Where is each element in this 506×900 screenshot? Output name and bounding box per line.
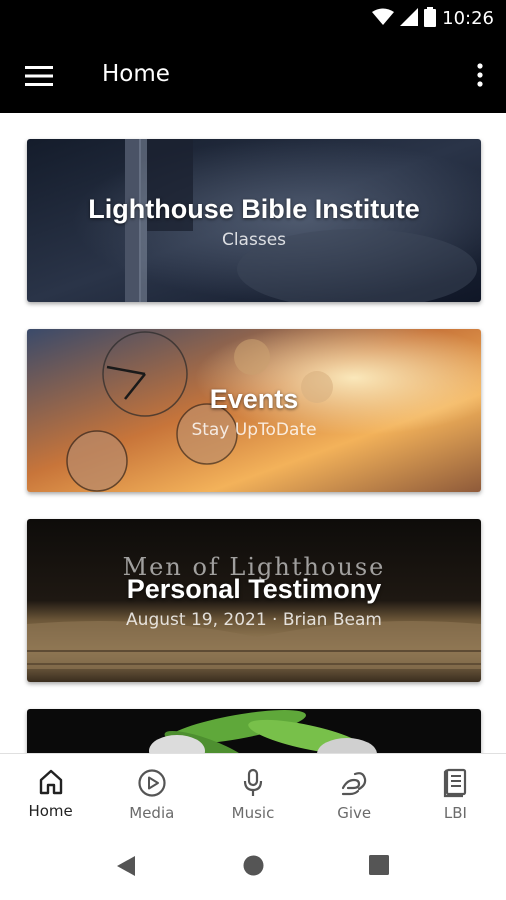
card-partial[interactable]: [27, 709, 481, 753]
signal-icon: [400, 8, 418, 26]
nav-lbi[interactable]: LBI: [405, 754, 506, 831]
nav-give[interactable]: Give: [304, 754, 405, 831]
nav-label: Music: [231, 804, 275, 822]
nav-label: LBI: [443, 804, 467, 822]
card-title: Events: [209, 384, 299, 414]
play-circle-icon: [138, 769, 166, 797]
give-icon: [342, 772, 367, 796]
home-feed[interactable]: Lighthouse Bible Institute Classes Event…: [0, 113, 506, 753]
card-subtitle: August 19, 2021 · Brian Beam: [126, 610, 382, 630]
recents-icon[interactable]: [369, 855, 389, 875]
nav-label: Give: [337, 804, 372, 822]
battery-icon: [424, 7, 436, 27]
nav-label: Home: [28, 802, 73, 820]
card-personal-testimony[interactable]: Men of Lighthouse Personal Testimony Aug…: [27, 519, 481, 682]
status-icons: [372, 7, 436, 27]
app-bar: Home: [0, 37, 506, 113]
nav-label: Media: [129, 804, 175, 822]
nav-media[interactable]: Media: [101, 754, 202, 831]
book-icon: [444, 768, 467, 798]
card-text: Lighthouse Bible Institute Classes: [27, 194, 481, 250]
home-icon: [39, 769, 62, 795]
home-circle-icon[interactable]: [243, 855, 264, 876]
card-lighthouse-bible-institute[interactable]: Lighthouse Bible Institute Classes: [27, 139, 481, 302]
system-navigation-bar: [0, 831, 506, 900]
status-bar: 10:26: [0, 0, 506, 37]
bottom-navigation: Home Media Music Give LBI: [0, 753, 506, 831]
microphone-icon: [243, 768, 263, 796]
card-subtitle: Stay UpToDate: [191, 420, 317, 440]
card-text: Events Stay UpToDate: [27, 384, 481, 440]
nav-music[interactable]: Music: [202, 754, 303, 831]
card-subtitle: Classes: [221, 230, 287, 250]
back-icon[interactable]: [116, 855, 136, 877]
more-vertical-icon: [477, 63, 483, 87]
more-options-button[interactable]: [468, 57, 492, 93]
menu-button[interactable]: [22, 59, 56, 93]
card-background-image: [27, 709, 481, 753]
card-text: Personal Testimony August 19, 2021 · Bri…: [27, 574, 481, 630]
card-events[interactable]: Events Stay UpToDate: [27, 329, 481, 492]
wifi-icon: [372, 8, 394, 25]
status-time: 10:26: [442, 8, 494, 29]
card-title: Lighthouse Bible Institute: [88, 194, 420, 224]
hamburger-menu-icon: [25, 66, 53, 86]
card-title: Personal Testimony: [126, 574, 382, 604]
nav-home[interactable]: Home: [0, 754, 101, 831]
page-title: Home: [102, 61, 170, 87]
